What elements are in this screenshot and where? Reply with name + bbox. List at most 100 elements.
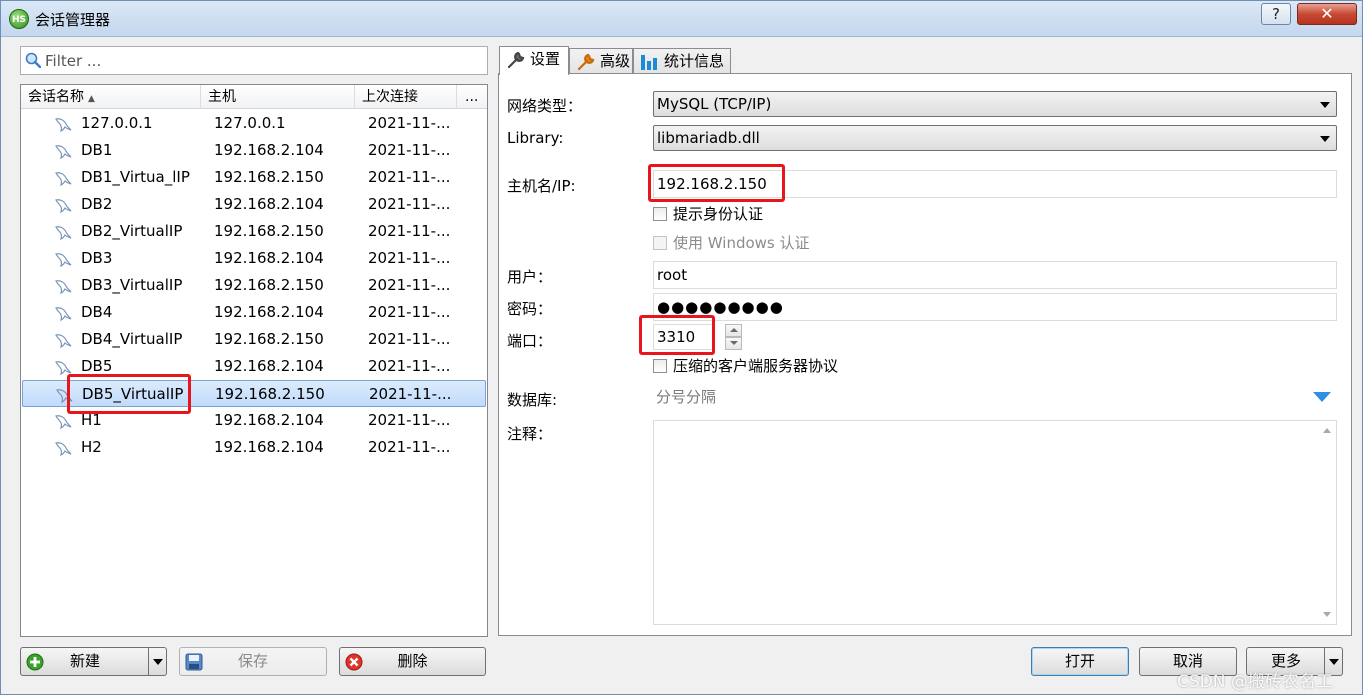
- open-button[interactable]: 打开: [1031, 647, 1129, 676]
- session-last-connect: 2021-11-...: [368, 357, 451, 375]
- dolphin-icon: [56, 389, 73, 403]
- network-type-select[interactable]: MySQL (TCP/IP): [653, 91, 1337, 117]
- password-label: 密码：: [507, 300, 553, 318]
- password-input[interactable]: ●●●●●●●●●: [653, 293, 1337, 321]
- database-input[interactable]: 分号分隔: [653, 384, 1337, 410]
- save-button-label: 保存: [237, 652, 268, 670]
- session-name: H2: [81, 438, 102, 456]
- dolphin-icon: [55, 145, 72, 159]
- port-decrement-chevron-down-icon[interactable]: [725, 337, 742, 350]
- session-last-connect: 2021-11-...: [368, 114, 451, 132]
- port-stepper[interactable]: [725, 324, 742, 350]
- new-dropdown-chevron-down-icon[interactable]: [148, 648, 166, 675]
- scroll-down-chevron-icon[interactable]: [1323, 612, 1331, 617]
- dolphin-icon: [55, 226, 72, 240]
- session-row[interactable]: DB3 192.168.2.104 2021-11-...: [22, 245, 486, 272]
- session-last-connect: 2021-11-...: [368, 168, 451, 186]
- notes-textarea[interactable]: [653, 420, 1337, 625]
- session-last-connect: 2021-11-...: [368, 141, 451, 159]
- scroll-up-chevron-icon[interactable]: [1323, 428, 1331, 433]
- save-button[interactable]: 保存: [179, 647, 327, 676]
- session-name: DB3_VirtualIP: [81, 276, 183, 294]
- session-last-connect: 2021-11-...: [368, 303, 451, 321]
- session-row[interactable]: 127.0.0.1 127.0.0.1 2021-11-...: [22, 110, 486, 137]
- delete-button-label: 删除: [397, 652, 428, 670]
- dolphin-icon: [55, 442, 72, 456]
- session-host: 192.168.2.104: [214, 195, 324, 213]
- hostname-label: 主机名/IP:: [507, 177, 576, 195]
- help-button[interactable]: ?: [1261, 3, 1291, 25]
- notes-scrollbar[interactable]: [1319, 421, 1336, 624]
- session-row[interactable]: DB1 192.168.2.104 2021-11-...: [22, 137, 486, 164]
- hostname-input[interactable]: 192.168.2.150: [653, 170, 1337, 198]
- windows-auth-checkbox-box[interactable]: [653, 236, 667, 250]
- session-name: DB1: [81, 141, 113, 159]
- tab-advanced[interactable]: 高级: [569, 48, 633, 74]
- session-name: DB5: [81, 357, 113, 375]
- user-input[interactable]: root: [653, 261, 1337, 289]
- session-host: 192.168.2.150: [214, 168, 324, 186]
- session-last-connect: 2021-11-...: [368, 438, 451, 456]
- session-host: 192.168.2.150: [215, 385, 325, 403]
- prompt-auth-checkbox-box[interactable]: [653, 207, 667, 221]
- compress-protocol-label: 压缩的客户端服务器协议: [673, 357, 839, 375]
- session-row[interactable]: DB2 192.168.2.104 2021-11-...: [22, 191, 486, 218]
- session-host: 192.168.2.150: [214, 330, 324, 348]
- column-header-host[interactable]: 主机: [201, 85, 355, 109]
- session-host: 192.168.2.104: [214, 357, 324, 375]
- session-name: H1: [81, 411, 102, 429]
- tab-statistics[interactable]: 统计信息: [633, 48, 731, 74]
- session-row[interactable]: DB5_VirtualIP 192.168.2.150 2021-11-...: [22, 380, 486, 407]
- windows-auth-checkbox[interactable]: 使用 Windows 认证: [653, 233, 810, 253]
- session-host: 127.0.0.1: [214, 114, 286, 132]
- column-header-last-connect[interactable]: 上次连接: [355, 85, 457, 109]
- session-row[interactable]: DB5 192.168.2.104 2021-11-...: [22, 353, 486, 380]
- session-row[interactable]: DB4 192.168.2.104 2021-11-...: [22, 299, 486, 326]
- compress-protocol-checkbox-box[interactable]: [653, 359, 667, 373]
- session-name: DB4: [81, 303, 113, 321]
- windows-auth-label: 使用 Windows 认证: [673, 234, 810, 252]
- close-button[interactable]: ✕: [1297, 3, 1357, 25]
- delete-button[interactable]: 删除: [339, 647, 486, 676]
- search-icon: [25, 52, 41, 68]
- database-label: 数据库:: [507, 391, 558, 409]
- network-type-label: 网络类型：: [507, 97, 583, 115]
- dolphin-icon: [55, 307, 72, 321]
- session-row[interactable]: DB1_Virtua_lIP 192.168.2.150 2021-11-...: [22, 164, 486, 191]
- dolphin-icon: [55, 253, 72, 267]
- session-row[interactable]: DB4_VirtualIP 192.168.2.150 2021-11-...: [22, 326, 486, 353]
- library-select[interactable]: libmariadb.dll: [653, 125, 1337, 151]
- session-name: DB3: [81, 249, 113, 267]
- session-row[interactable]: H2 192.168.2.104 2021-11-...: [22, 434, 486, 461]
- new-button[interactable]: 新建: [20, 647, 167, 676]
- session-name: DB4_VirtualIP: [81, 330, 183, 348]
- session-host: 192.168.2.150: [214, 222, 324, 240]
- session-name: 127.0.0.1: [81, 114, 153, 132]
- tab-settings[interactable]: 设置: [499, 46, 569, 75]
- session-row[interactable]: DB2_VirtualIP 192.168.2.150 2021-11-...: [22, 218, 486, 245]
- session-host: 192.168.2.104: [214, 141, 324, 159]
- database-dropdown-chevron-down-icon[interactable]: [1313, 392, 1331, 402]
- column-header-more[interactable]: ...: [457, 85, 487, 109]
- window-title: 会话管理器: [35, 11, 111, 29]
- tab-settings-label: 设置: [530, 50, 561, 68]
- session-row[interactable]: DB3_VirtualIP 192.168.2.150 2021-11-...: [22, 272, 486, 299]
- column-header-name[interactable]: 会话名称 ▲: [21, 85, 201, 109]
- dolphin-icon: [55, 118, 72, 132]
- session-row[interactable]: H1 192.168.2.104 2021-11-...: [22, 407, 486, 434]
- session-list[interactable]: 会话名称 ▲ 主机 上次连接 ... 127.0.0.1 127.0.0.1 2021…: [20, 84, 488, 637]
- session-name: DB5_VirtualIP: [82, 385, 184, 403]
- compress-protocol-checkbox[interactable]: 压缩的客户端服务器协议: [653, 356, 838, 376]
- port-increment-chevron-up-icon[interactable]: [725, 324, 742, 337]
- prompt-auth-checkbox[interactable]: 提示身份认证: [653, 204, 763, 224]
- session-last-connect: 2021-11-...: [368, 195, 451, 213]
- filter-input[interactable]: [45, 49, 483, 72]
- settings-pane: 网络类型： MySQL (TCP/IP) Library: libmariadb…: [498, 73, 1352, 636]
- session-host: 192.168.2.104: [214, 411, 324, 429]
- session-manager-window: HS 会话管理器 ? ✕ 会话名称 ▲ 主机 上次连接 ... 127.0.0.1…: [0, 0, 1363, 695]
- session-host: 192.168.2.150: [214, 276, 324, 294]
- port-input[interactable]: 3310: [653, 324, 715, 350]
- library-label: Library:: [507, 129, 564, 147]
- title-bar[interactable]: HS 会话管理器 ? ✕: [1, 1, 1362, 37]
- app-logo-icon: HS: [9, 9, 29, 29]
